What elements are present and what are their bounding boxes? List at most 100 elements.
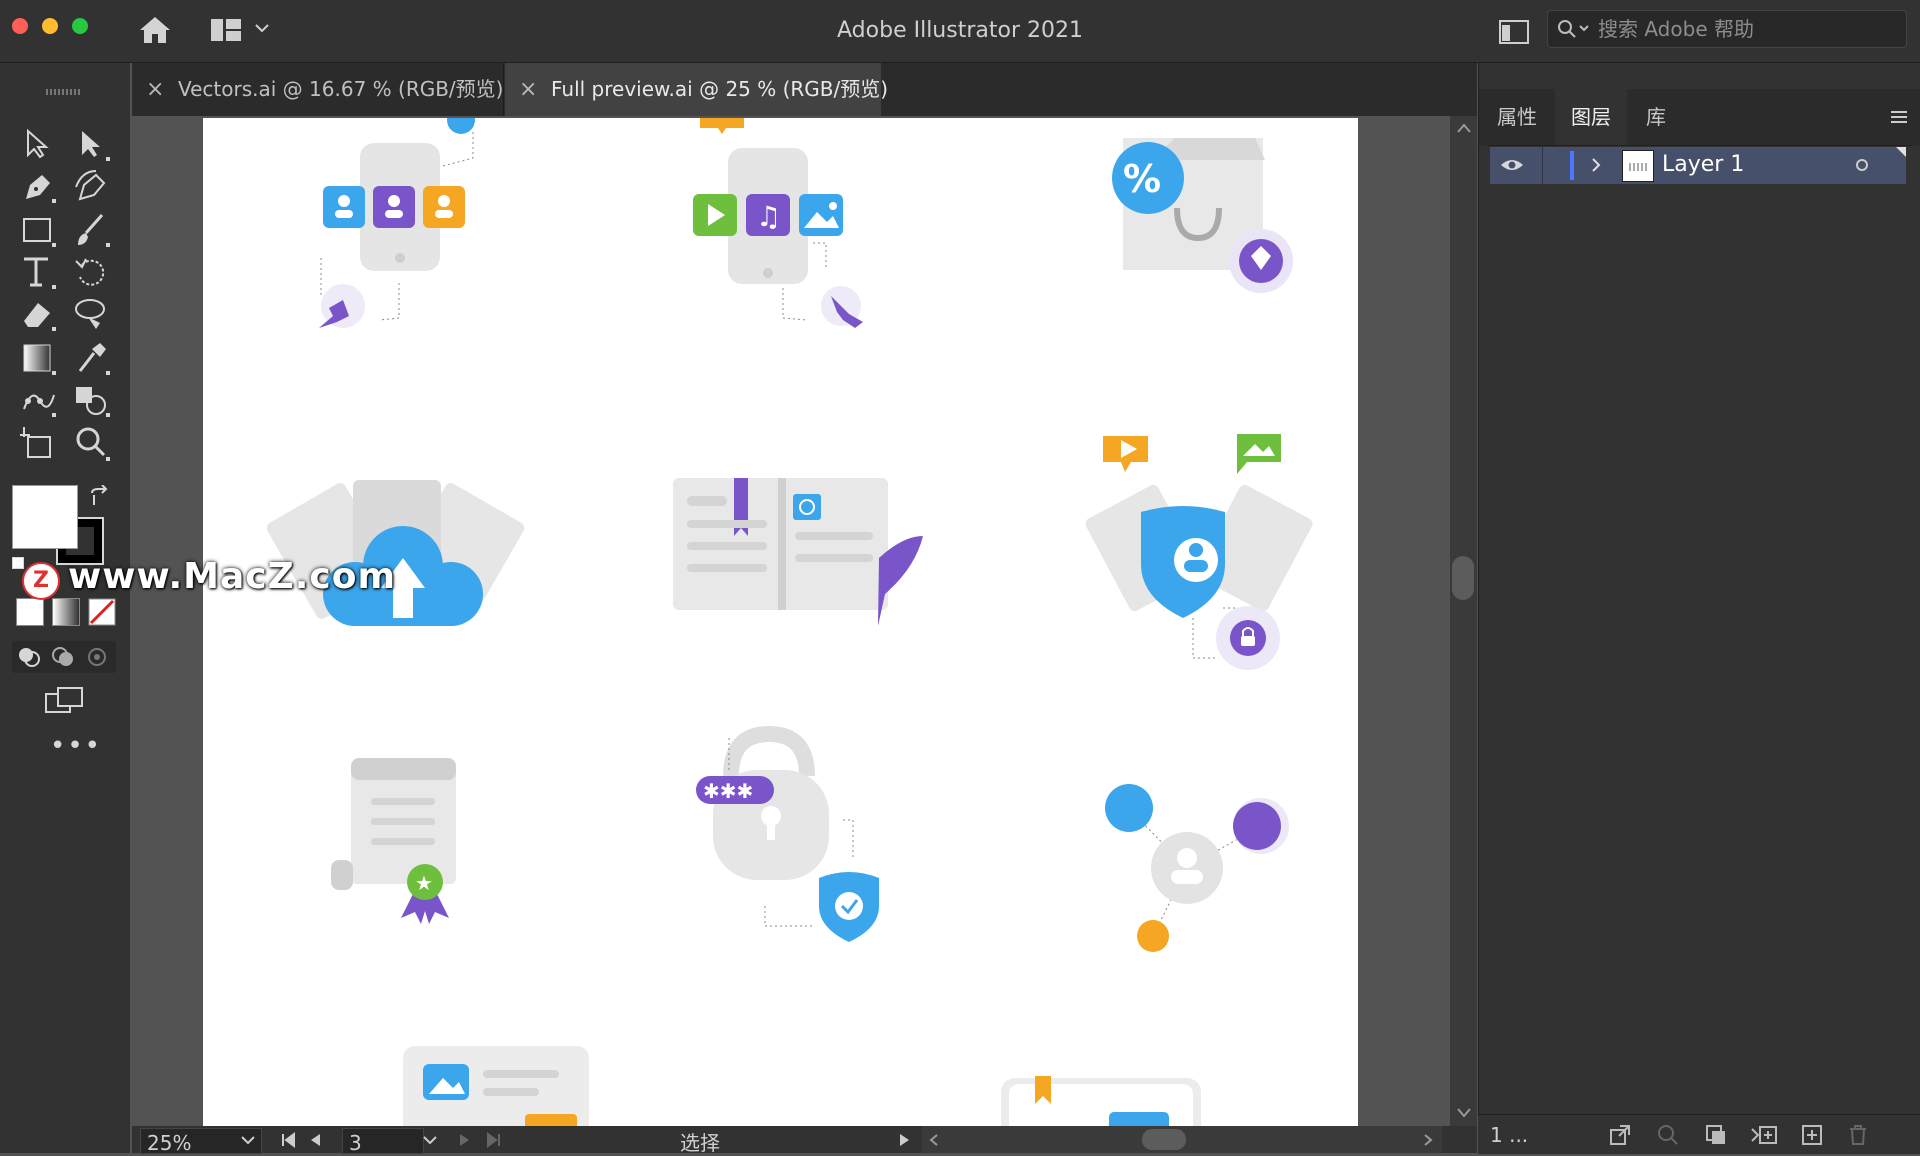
shopping-bag-illustration: %: [1112, 138, 1293, 293]
curvature-tool-icon[interactable]: [72, 167, 112, 205]
draw-inside-icon[interactable]: [84, 645, 110, 669]
tab-layers-label: 图层: [1571, 105, 1611, 129]
new-sublayer-icon[interactable]: [1750, 1123, 1778, 1147]
phone-users-illustration: [319, 118, 475, 328]
tab-properties[interactable]: 属性: [1479, 89, 1555, 145]
scroll-right-icon[interactable]: [1422, 1133, 1434, 1147]
watermark-badge: Z: [22, 562, 60, 600]
lasso-tool-icon[interactable]: [72, 295, 112, 333]
last-artboard-icon[interactable]: [486, 1132, 502, 1148]
layer-target-icon[interactable]: [1856, 159, 1868, 171]
tab-libraries[interactable]: 库: [1627, 89, 1685, 145]
watermark-badge-letter: Z: [33, 568, 49, 593]
drawing-modes: [12, 641, 116, 673]
close-tab-icon[interactable]: ×: [519, 63, 537, 116]
screen-mode-icon[interactable]: [44, 686, 86, 716]
layer-color-indicator: [1570, 151, 1574, 180]
layer-row[interactable]: Layer 1: [1490, 147, 1906, 184]
status-bar: 25% 3 选择: [132, 1126, 1477, 1155]
fill-color-swatch[interactable]: [12, 485, 78, 549]
eyedropper-tool-icon[interactable]: [72, 339, 112, 377]
next-artboard-icon[interactable]: [458, 1132, 472, 1148]
locate-object-icon[interactable]: [1656, 1123, 1680, 1147]
network-illustration: [1105, 784, 1289, 952]
tab-properties-label: 属性: [1497, 105, 1537, 129]
previous-artboard-icon[interactable]: [308, 1132, 322, 1148]
search-icon: [1558, 20, 1589, 38]
current-tool-label: 选择: [680, 1131, 720, 1155]
scroll-left-icon[interactable]: [928, 1133, 940, 1147]
first-artboard-icon[interactable]: [280, 1132, 296, 1148]
tools-panel: •••: [0, 63, 130, 1153]
eraser-tool-icon[interactable]: [18, 295, 58, 333]
gradient-tool-icon[interactable]: [18, 339, 58, 377]
delete-layer-icon[interactable]: [1846, 1123, 1870, 1147]
scroll-down-icon[interactable]: [1456, 1106, 1472, 1118]
svg-text:%: %: [1123, 157, 1161, 201]
rotate-tool-icon[interactable]: [72, 253, 112, 291]
artwork-icons: ♫ % ★ ✱✱✱: [266, 118, 1313, 1126]
vertical-scroll-thumb[interactable]: [1452, 556, 1474, 600]
tab-label: Vectors.ai @ 16.67 % (RGB/预览): [178, 77, 504, 101]
cloud-upload-illustration: [266, 480, 525, 626]
artboard[interactable]: ♫ % ★ ✱✱✱: [203, 118, 1358, 1126]
zoom-dropdown-icon[interactable]: [240, 1134, 256, 1146]
shield-user-illustration: [1085, 434, 1313, 670]
color-mode-icon[interactable]: [16, 598, 44, 626]
status-menu-icon[interactable]: [898, 1132, 912, 1148]
horizontal-scroll-thumb[interactable]: [1142, 1129, 1186, 1150]
vertical-scrollbar[interactable]: [1450, 116, 1477, 1126]
new-layer-icon[interactable]: [1800, 1123, 1824, 1147]
shape-builder-tool-icon[interactable]: [72, 381, 112, 419]
artboard-number-value: 3: [349, 1131, 362, 1155]
tab-layers[interactable]: 图层: [1555, 89, 1627, 145]
selection-corner-icon: [1896, 147, 1906, 157]
direct-selection-tool-icon[interactable]: [72, 125, 112, 163]
svg-text:♫: ♫: [756, 200, 781, 233]
visibility-eye-icon[interactable]: [1500, 157, 1524, 173]
pen-tool-icon[interactable]: [18, 167, 58, 205]
scroll-up-icon[interactable]: [1456, 122, 1472, 134]
edit-toolbar-icon[interactable]: •••: [50, 731, 102, 761]
draw-normal-icon[interactable]: [16, 645, 42, 669]
zoom-tool-icon[interactable]: [72, 425, 112, 463]
title-bar: Adobe Illustrator 2021: [0, 0, 1920, 63]
help-search-box[interactable]: [1547, 10, 1907, 48]
type-tool-icon[interactable]: [18, 253, 58, 291]
tab-full-preview[interactable]: × Full preview.ai @ 25 % (RGB/预览): [505, 63, 888, 116]
help-search-input[interactable]: [1596, 15, 1900, 43]
horizontal-scrollbar[interactable]: [922, 1126, 1442, 1153]
default-colors-icon[interactable]: [12, 557, 24, 569]
book-illustration: [673, 478, 923, 626]
layers-panel-footer: 1 ...: [1478, 1114, 1920, 1154]
none-mode-icon[interactable]: [88, 598, 116, 626]
layer-thumbnail: [1622, 150, 1654, 182]
artboard-tool-icon[interactable]: [18, 425, 58, 463]
puppet-warp-tool-icon[interactable]: [18, 381, 58, 419]
rectangle-tool-icon[interactable]: [18, 211, 58, 249]
panel-toggle-icon[interactable]: [1498, 18, 1530, 46]
layer-name[interactable]: Layer 1: [1662, 152, 1744, 177]
tab-vectors[interactable]: × Vectors.ai @ 16.67 % (RGB/预览): [132, 63, 504, 116]
tab-label: Full preview.ai @ 25 % (RGB/预览): [551, 77, 889, 101]
toolbar-grip[interactable]: [46, 89, 82, 95]
paintbrush-tool-icon[interactable]: [72, 211, 112, 249]
layers-panel: 属性 图层 库: [1478, 63, 1920, 1153]
selection-tool-icon[interactable]: [18, 125, 58, 163]
svg-text:✱✱✱: ✱✱✱: [703, 779, 753, 803]
swap-fill-stroke-icon[interactable]: [88, 485, 112, 509]
layer-count: 1 ...: [1490, 1123, 1529, 1147]
export-icon[interactable]: [1608, 1123, 1632, 1147]
artboard-number-field[interactable]: 3: [342, 1128, 424, 1155]
bookmark-card-illustration: [1001, 1076, 1201, 1126]
zoom-level-value: 25%: [147, 1131, 192, 1155]
document-tabs: × Vectors.ai @ 16.67 % (RGB/预览) × Full p…: [132, 63, 1477, 116]
clipping-mask-icon[interactable]: [1704, 1123, 1728, 1147]
phone-media-illustration: ♫: [693, 118, 863, 328]
artboard-dropdown-icon[interactable]: [422, 1134, 438, 1146]
gradient-mode-icon[interactable]: [52, 598, 80, 626]
draw-behind-icon[interactable]: [50, 645, 76, 669]
close-tab-icon[interactable]: ×: [146, 63, 164, 116]
expand-layer-icon[interactable]: [1590, 157, 1602, 173]
panel-menu-icon[interactable]: [1889, 109, 1909, 125]
